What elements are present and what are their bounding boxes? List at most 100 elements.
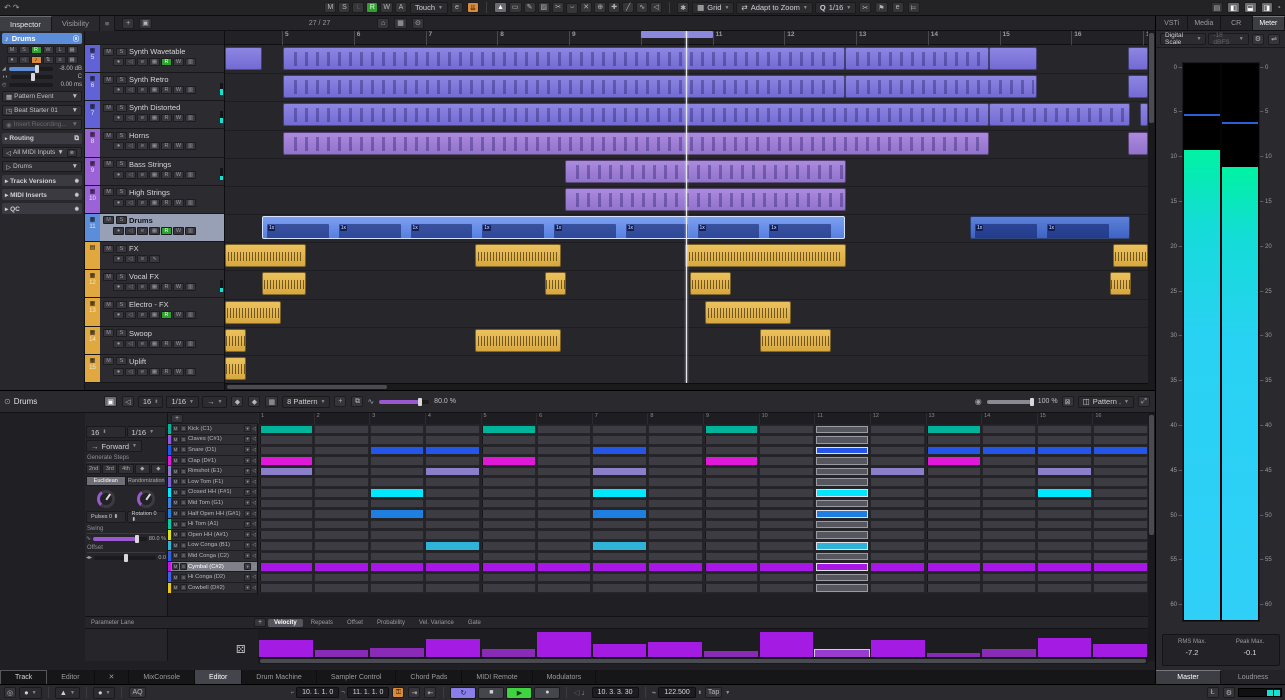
step-cell[interactable] [814,435,870,445]
pin-icon[interactable]: ⊙ [4,397,11,406]
step-cell[interactable] [1092,445,1148,456]
step-cell[interactable] [592,424,647,435]
event-clip[interactable] [262,272,306,296]
track-ctl-R[interactable]: R [161,142,172,151]
automation-button-l[interactable]: L [352,2,365,13]
interval-button-2nd[interactable]: 2nd [86,464,102,474]
step-cell[interactable] [759,572,814,583]
step-cell[interactable] [314,541,369,551]
track-row-vocal-fx[interactable]: ▦ 12 M S Vocal FX ● ◁ e ▦ R W ▥ [85,270,224,299]
lane-dropdown-icon[interactable]: ▾ [244,478,252,486]
duplicate-pattern-icon[interactable]: ⧉ [351,396,364,407]
tool-button-1[interactable]: ▭ [508,1,522,13]
routing-section[interactable]: ▸ Routing ⧉ [2,133,82,144]
lane-mute-button[interactable]: M [172,499,179,507]
home-icon[interactable]: ⌂ [377,17,390,29]
step-cell[interactable] [425,456,480,466]
step-cell[interactable] [1092,562,1148,572]
step-cell[interactable] [647,530,703,541]
step-cell[interactable] [536,456,592,466]
step-cell[interactable] [369,519,425,530]
event-clip[interactable] [545,272,566,296]
step-cell[interactable] [258,572,314,583]
lane-dropdown-icon[interactable]: ▾ [244,457,252,465]
step-cell[interactable] [425,562,480,572]
setup-window-icon[interactable]: ▤ [1210,2,1224,13]
mute-button[interactable]: M [103,47,114,56]
punch-in-icon[interactable]: ⇥ [408,687,421,698]
track-ctl-R[interactable]: R [161,198,172,207]
step-cell[interactable] [647,435,703,445]
step-cell[interactable] [1037,424,1092,435]
solo-button[interactable]: S [116,329,127,338]
step-cell[interactable] [981,498,1037,509]
step-cell[interactable] [314,456,369,466]
mute-button[interactable]: M [103,188,114,197]
edit-channel-icon[interactable]: ⓔ [73,34,79,43]
lane-mute-button[interactable]: M [172,520,179,528]
track-ctl-◁[interactable]: ◁ [125,142,136,151]
quantize-dropdown[interactable]: Q 1/16 ▼ [814,1,857,14]
step-cell[interactable] [647,551,703,562]
step-cell[interactable] [814,424,870,435]
inspector-button-▦[interactable]: ▦ [66,46,78,54]
inspector-icon-0[interactable]: ● [6,56,18,64]
lane-speaker-icon[interactable]: ◁ [252,542,256,548]
event-clip[interactable] [1128,75,1148,99]
step-cell[interactable] [926,477,981,488]
lane-speaker-icon[interactable]: ◁ [252,500,256,506]
tool-button-9[interactable]: ╱ [622,1,635,13]
step-cell[interactable] [870,519,925,530]
drum-lane-half-open-hh-g-1-[interactable]: M S Half Open HH (G#1) ▾ ◁ [168,508,257,520]
event-clip[interactable] [760,328,831,352]
delay-slider[interactable] [9,83,53,87]
step-cell[interactable] [314,477,369,488]
step-cell[interactable] [481,530,536,541]
step-cell[interactable] [926,445,981,456]
track-ctl-R[interactable]: R [161,339,172,348]
track-ctl-▦[interactable]: ▦ [149,226,160,235]
ruler-bar-15[interactable]: 15 [999,31,1010,45]
iterative-quantize-icon[interactable]: ✂ [859,2,872,13]
lane-dropdown-icon[interactable]: ▾ [244,563,252,571]
step-cell[interactable] [870,551,925,562]
solo-button[interactable]: S [116,103,127,112]
arrange-vscrollbar[interactable] [1148,31,1155,390]
step-cell[interactable] [926,509,981,519]
inspector-button-r[interactable]: R [30,46,42,54]
left-resolution[interactable]: 1/16 ▼ [126,426,166,438]
step-cell[interactable] [425,519,480,530]
event-clip[interactable] [283,103,989,127]
playhead[interactable] [685,31,687,383]
drum-lane-clap-d-1-[interactable]: M S Clap (D#1) ▾ ◁ [168,455,257,467]
track-ctl-●[interactable]: ● [113,142,124,151]
step-cell[interactable] [870,530,925,541]
step-cell[interactable] [647,424,703,435]
step-cell[interactable] [870,562,925,572]
track-ctl-W[interactable]: W [173,170,184,179]
solo-button[interactable]: S [116,357,127,366]
track-ctl-R[interactable]: R [161,170,172,179]
drum-lane-hi-conga-d2-[interactable]: M S Hi Conga (D2) ▾ ◁ [168,572,257,583]
track-ctl-e[interactable]: e [137,86,148,95]
step-cell[interactable] [981,541,1037,551]
mute-button[interactable]: M [103,103,114,112]
step-cell[interactable] [314,488,369,498]
event-clip[interactable] [225,300,281,324]
step-cell[interactable] [258,445,314,456]
lane-mute-button[interactable]: M [172,531,179,539]
step-cell[interactable] [759,456,814,466]
velocity-bar-1[interactable] [259,639,313,657]
step-cell[interactable] [926,466,981,477]
step-cell[interactable] [369,583,425,593]
step-cell[interactable] [592,445,647,456]
scale-mode-dropdown[interactable]: Digital Scale ▼ [1160,32,1207,46]
step-cell[interactable] [814,562,870,572]
preset-dropdown[interactable]: ◳ Beat Starter 01 ▼ [2,105,82,116]
event-clip[interactable] [1128,131,1148,155]
step-cell[interactable] [703,424,759,435]
step-cell[interactable] [369,445,425,456]
step-cell[interactable] [314,424,369,435]
step-cell[interactable] [703,572,759,583]
inspector-button-w[interactable]: W [42,46,54,54]
